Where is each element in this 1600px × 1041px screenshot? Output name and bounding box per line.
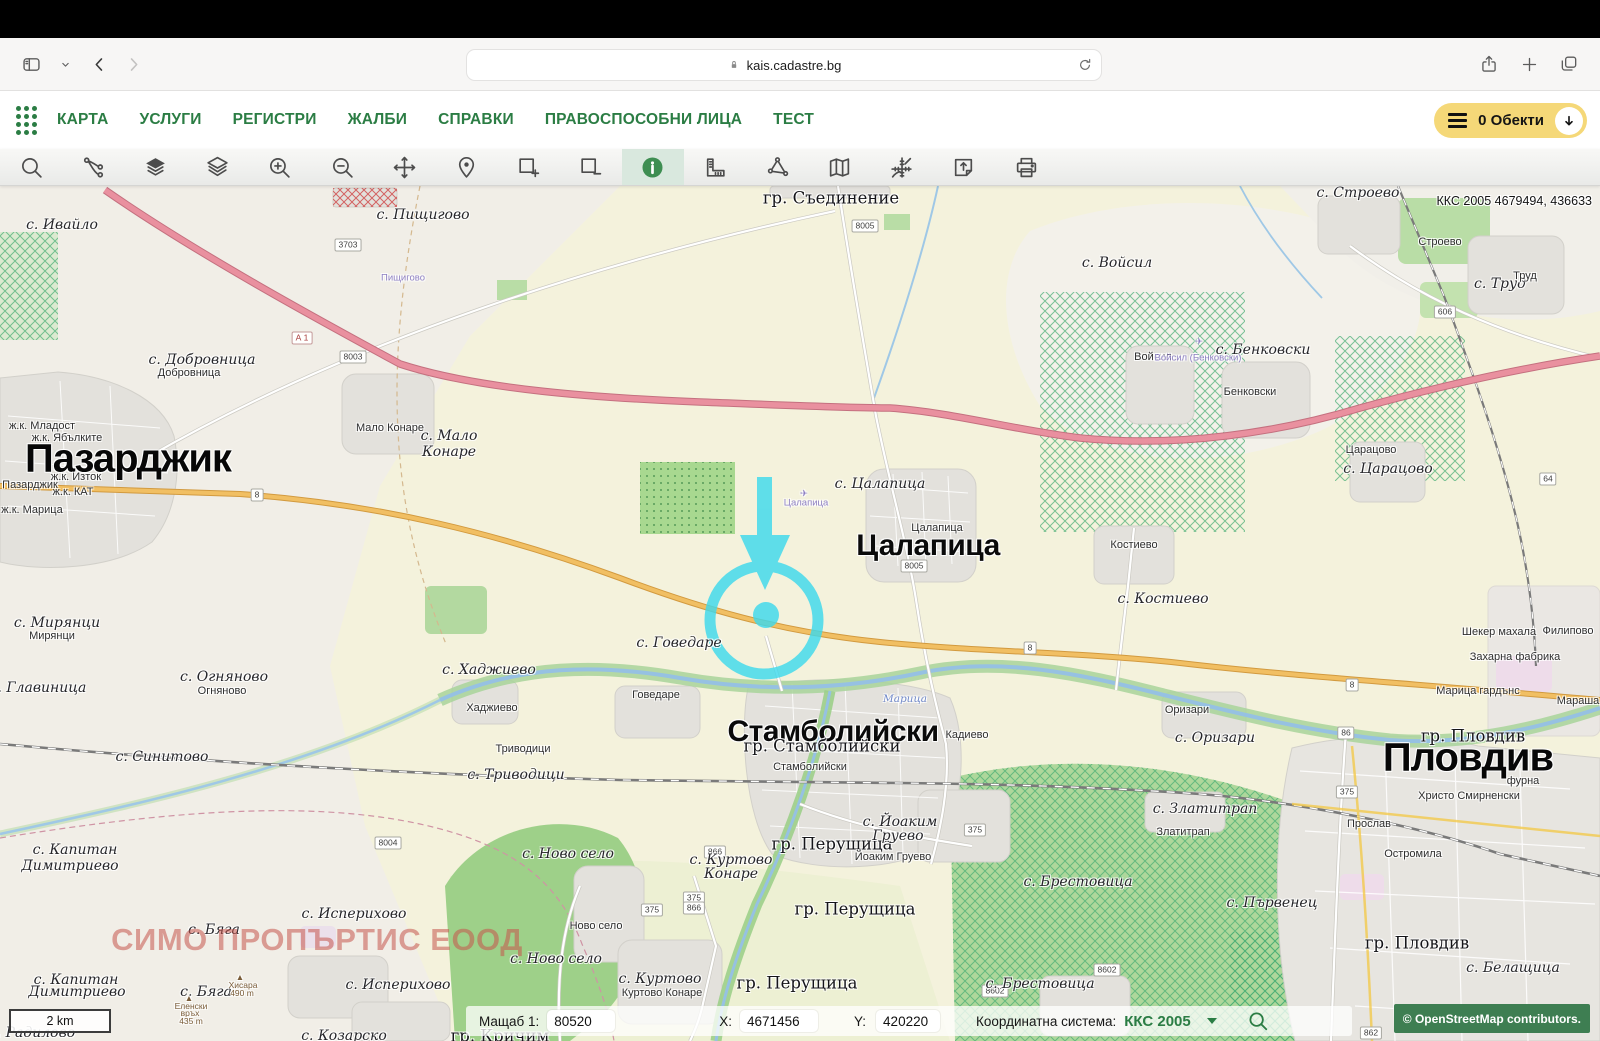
crs-label: Координатна система: (976, 1014, 1116, 1029)
search-icon (19, 155, 44, 180)
info-tool-button[interactable] (622, 149, 684, 185)
layers-filled-icon (143, 155, 168, 180)
map-status-bar: Мащаб 1: X: Y: Координатна система: ККС … (466, 1006, 1352, 1036)
apps-grid-icon[interactable] (16, 106, 37, 135)
window-top-bar (0, 0, 1600, 38)
new-tab-button[interactable] (1516, 51, 1542, 77)
nav-menu-item[interactable]: КАРТА (57, 111, 108, 129)
osm-attribution: © OpenStreetMap contributors. (1394, 1004, 1590, 1033)
zoom-out-icon (330, 155, 355, 180)
sidebar-icon (21, 54, 42, 75)
browser-toolbar: kais.cadastre.bg (0, 38, 1600, 91)
info-icon (640, 155, 665, 180)
download-arrow-icon (1555, 107, 1583, 135)
reload-button[interactable] (1077, 57, 1093, 73)
nav-menu-item[interactable]: УСЛУГИ (139, 111, 201, 129)
browser-window-controls (1476, 51, 1582, 77)
nav-menu-item[interactable]: ПРАВОСПОСОБНИ ЛИЦА (545, 111, 742, 129)
measure-area-tool-button[interactable] (746, 149, 808, 185)
measure-area-icon (765, 155, 790, 180)
basemap-canvas (0, 186, 1600, 1041)
select-remove-icon (578, 155, 603, 180)
x-label: X: (719, 1014, 732, 1029)
chevron-down-icon (59, 58, 72, 71)
forward-icon (124, 55, 143, 74)
back-button[interactable] (86, 51, 112, 77)
location-tool-button[interactable] (435, 149, 497, 185)
crs-dropdown-caret-icon[interactable] (1207, 1018, 1217, 1024)
map-sheet-icon (827, 155, 852, 180)
zoom-in-icon (267, 155, 292, 180)
nav-menu-item[interactable]: СПРАВКИ (438, 111, 514, 129)
search-tool-button[interactable] (0, 149, 62, 185)
select-remove-tool-button[interactable] (560, 149, 622, 185)
scale-input[interactable] (547, 1010, 615, 1032)
coordinate-grid-tool-button[interactable] (871, 149, 933, 185)
coordinate-grid-icon (889, 155, 914, 180)
objects-button[interactable]: 0 Обекти (1434, 103, 1587, 138)
layers-filled-tool-button[interactable] (124, 149, 186, 185)
share-icon (1479, 54, 1499, 74)
share-button[interactable] (1476, 51, 1502, 77)
pan-tool-button[interactable] (373, 149, 435, 185)
print-icon (1014, 155, 1039, 180)
new-tab-icon (1520, 55, 1539, 74)
location-icon (454, 155, 479, 180)
address-bar[interactable]: kais.cadastre.bg (466, 49, 1102, 81)
lock-icon (727, 58, 741, 72)
tab-switcher-button[interactable] (1556, 51, 1582, 77)
nav-menu-item[interactable]: ЖАЛБИ (348, 111, 408, 129)
search-icon (1247, 1010, 1269, 1032)
hamburger-icon (1448, 113, 1467, 128)
forward-button[interactable] (120, 51, 146, 77)
measure-length-icon (703, 155, 728, 180)
url-text: kais.cadastre.bg (747, 58, 842, 73)
coordinates-search-button[interactable] (1247, 1010, 1269, 1032)
main-menu: КАРТА УСЛУГИ РЕГИСТРИ ЖАЛБИ СПРАВКИ ПРАВОСПОС… (57, 111, 814, 129)
pan-icon (392, 155, 417, 180)
back-icon (90, 55, 109, 74)
export-tool-button[interactable] (933, 149, 995, 185)
layers-tool-button[interactable] (187, 149, 249, 185)
cursor-coordinates-readout: ККС 2005 4679494, 436633 (1436, 194, 1592, 208)
nav-menu-item[interactable]: ТЕСТ (773, 111, 814, 129)
map-viewport[interactable]: 800537038003А 18005880046066488863753758… (0, 186, 1600, 1041)
sidebar-toggle-button[interactable] (18, 51, 44, 77)
zoom-out-tool-button[interactable] (311, 149, 373, 185)
route-tool-button[interactable] (62, 149, 124, 185)
zoom-in-tool-button[interactable] (249, 149, 311, 185)
watermark: СИМО ПРОПЪРТИС ЕООД (111, 922, 523, 958)
reload-icon (1077, 57, 1093, 73)
x-coordinate-input[interactable] (740, 1010, 818, 1032)
site-header: КАРТА УСЛУГИ РЕГИСТРИ ЖАЛБИ СПРАВКИ ПРАВОСПОС… (0, 91, 1600, 149)
select-add-icon (516, 155, 541, 180)
browser-nav-controls (18, 51, 146, 77)
tab-group-chevron-button[interactable] (52, 51, 78, 77)
crs-select-value[interactable]: ККС 2005 (1124, 1013, 1190, 1030)
map-toolbar (0, 149, 1600, 186)
measure-length-tool-button[interactable] (684, 149, 746, 185)
tab-switcher-icon (1559, 54, 1579, 74)
scale-bar: 2 km (9, 1009, 111, 1033)
route-icon (81, 155, 106, 180)
export-icon (951, 155, 976, 180)
y-coordinate-input[interactable] (876, 1010, 940, 1032)
y-label: Y: (854, 1014, 866, 1029)
nav-menu-item[interactable]: РЕГИСТРИ (233, 111, 317, 129)
select-add-tool-button[interactable] (498, 149, 560, 185)
print-tool-button[interactable] (995, 149, 1057, 185)
map-sheet-tool-button[interactable] (808, 149, 870, 185)
scale-label: Мащаб 1: (479, 1014, 539, 1029)
application-window: kais.cadastre.bg КАРТА УСЛУГИ РЕГИСТРИ ЖАЛБ… (0, 0, 1600, 1039)
layers-icon (205, 155, 230, 180)
objects-count-label: 0 Обекти (1478, 112, 1544, 129)
